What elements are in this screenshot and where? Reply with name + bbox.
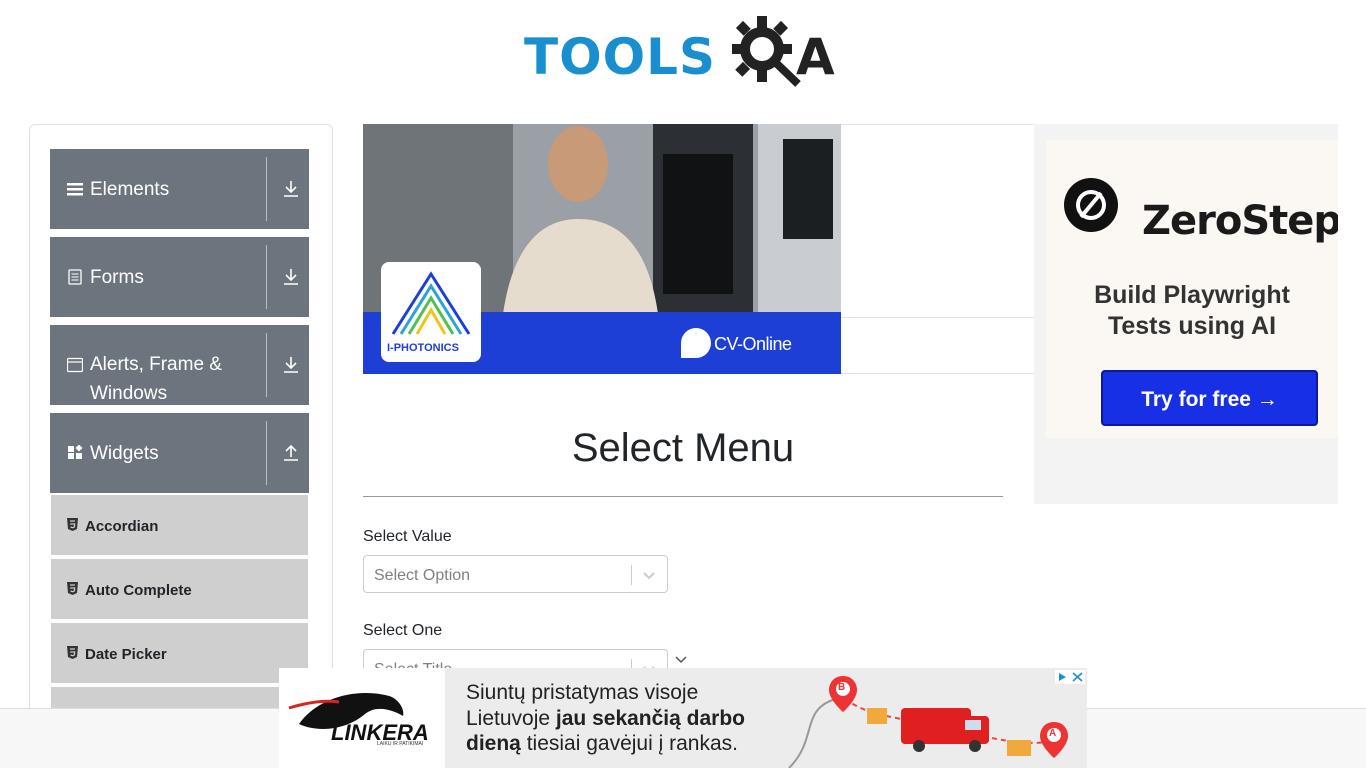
divider [266, 157, 267, 221]
ad-text-line: Lietuvoje jau sekančią darbo [466, 706, 786, 732]
logo-text: TOOLS [524, 28, 716, 86]
iphotonics-label: I-PHOTONICS [387, 342, 459, 354]
iphotonics-logo: I-PHOTONICS [381, 262, 481, 362]
sidebar-group-alerts[interactable]: Alerts, Frame & Windows [50, 325, 309, 405]
sidebar-group-elements[interactable]: Elements [50, 149, 309, 229]
header: TOOLS A [0, 0, 1366, 100]
logo-a: A [796, 28, 835, 86]
upload-icon[interactable] [282, 443, 300, 463]
pin-label-a: A [1049, 728, 1057, 739]
chevron-down-icon[interactable] [642, 568, 656, 582]
sidebar-group-label: Forms [90, 267, 144, 288]
gear-icon [732, 16, 801, 87]
divider [266, 421, 267, 485]
sidebar-group-label: Elements [90, 179, 170, 200]
close-icon[interactable] [1055, 670, 1085, 684]
download-icon[interactable] [282, 267, 300, 287]
list-icon [67, 183, 83, 196]
html5-icon [67, 582, 78, 595]
ad-card: ZeroStep Build Playwright Tests using AI… [1046, 140, 1338, 438]
delivery-illustration [788, 676, 1068, 768]
html5-icon [67, 518, 78, 531]
form-icon [68, 269, 82, 285]
cv-online-label: CV-Online [714, 334, 792, 354]
window-icon [67, 357, 83, 373]
ad-subtitle-line: Tests using AI [1107, 312, 1277, 340]
cv-online-icon [681, 328, 711, 358]
banner-ad[interactable]: I-PHOTONICS CV-Online [363, 124, 841, 374]
select-one-label: Select One [363, 622, 443, 639]
toolsqa-logo[interactable]: TOOLS A [524, 14, 848, 92]
try-for-free-button[interactable]: Try for free → [1101, 370, 1318, 426]
zerostep-logo-icon [1064, 178, 1118, 232]
linkera-tagline: LAIKU IR PATIKIMAI [377, 741, 424, 747]
sidebar-group-label: Alerts, Frame & Windows [90, 354, 222, 404]
ad-text-bold: jau sekančią darbo [555, 706, 745, 730]
sidebar-item-accordian[interactable]: Accordian [51, 495, 308, 557]
ad-text-line: dieną tiesiai gavėjui į rankas. [466, 731, 786, 757]
sidebar-item-date-picker[interactable]: Date Picker [51, 623, 308, 685]
divider [266, 333, 267, 397]
pin-label-b: B [838, 682, 846, 693]
sidebar-group-widgets[interactable]: Widgets [50, 413, 309, 493]
sidebar-group-forms[interactable]: Forms [50, 237, 309, 317]
sidebar-group-label: Widgets [90, 443, 159, 464]
sidebar-item-label: Date Picker [85, 646, 167, 663]
ad-text-line: Siuntų pristatymas visoje [466, 681, 699, 704]
ad-text-regular: tiesiai gavėjui į rankas. [520, 732, 738, 755]
ad-title: ZeroStep [1142, 198, 1338, 244]
ad-text-bold: dieną [466, 732, 521, 755]
linkera-logo: LINKERA LAIKU IR PATIKIMAI [279, 668, 445, 768]
sidebar-item-auto-complete[interactable]: Auto Complete [51, 559, 308, 621]
divider [266, 245, 267, 309]
divider [841, 317, 1035, 318]
download-icon[interactable] [282, 355, 300, 375]
ad-subtitle: Build Playwright Tests using AI [1046, 280, 1338, 342]
zerostep-ad[interactable]: ZeroStep Build Playwright Tests using AI… [1034, 124, 1338, 504]
horse-logo-icon [288, 693, 404, 729]
page-title: Select Menu [571, 426, 795, 470]
ad-text-regular: Lietuvoje [466, 706, 556, 730]
divider [363, 496, 1003, 497]
chevron-down-icon[interactable] [674, 654, 688, 666]
select-value-dropdown[interactable]: Select Option [363, 555, 668, 593]
html5-icon [67, 646, 78, 659]
divider [631, 565, 632, 585]
ad-text: Siuntų pristatymas visoje Lietuvoje jau … [466, 680, 786, 757]
widgets-icon [68, 445, 83, 459]
select-value-label: Select Value [363, 528, 452, 545]
select-placeholder: Select Option [374, 567, 471, 584]
download-icon[interactable] [282, 179, 300, 199]
ad-subtitle-line: Build Playwright [1094, 281, 1290, 309]
linkera-ad[interactable]: LINKERA LAIKU IR PATIKIMAI Siuntų prista… [279, 668, 1087, 768]
sidebar-item-label: Auto Complete [85, 582, 192, 599]
sidebar-item-label: Accordian [85, 518, 159, 535]
